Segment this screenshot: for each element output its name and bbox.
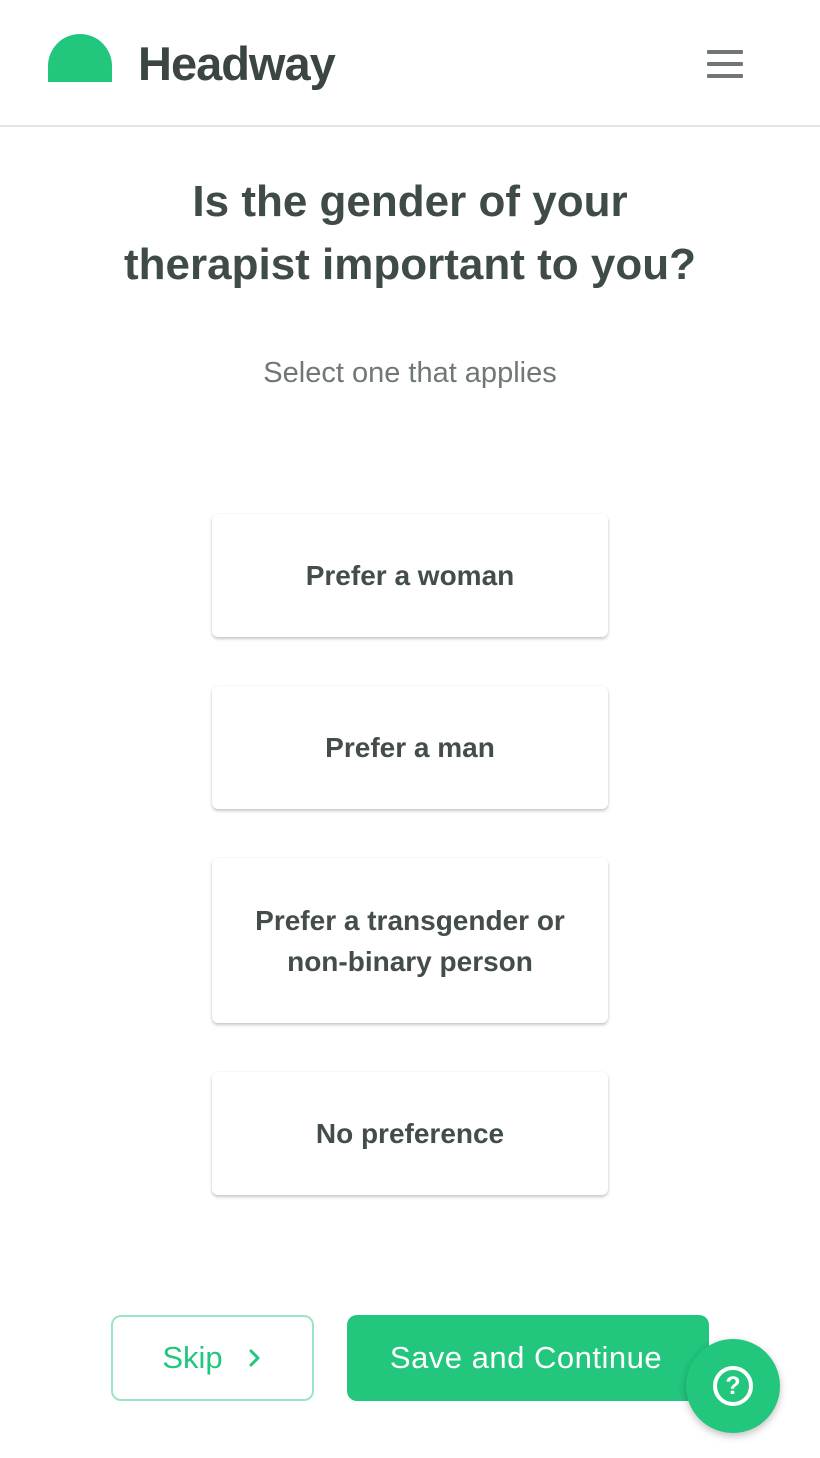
chevron-right-icon — [249, 1349, 260, 1367]
skip-label: Skip — [162, 1340, 223, 1375]
option-prefer-woman[interactable]: Prefer a woman — [212, 514, 608, 637]
logo-text: Headway — [138, 37, 336, 90]
question-circle-icon: ? — [713, 1366, 753, 1406]
question-subtitle: Select one that applies — [263, 357, 557, 389]
option-prefer-transgender-nonbinary[interactable]: Prefer a transgender or non-binary perso… — [212, 858, 608, 1023]
header: Headway — [0, 0, 820, 127]
question-title-line1: Is the gender of your — [192, 177, 628, 226]
option-no-preference[interactable]: No preference — [212, 1072, 608, 1195]
help-button[interactable]: ? — [686, 1339, 780, 1433]
hamburger-menu-icon[interactable] — [700, 44, 750, 84]
skip-button[interactable]: Skip — [111, 1315, 314, 1401]
headway-logo-icon — [48, 34, 112, 82]
question-title: Is the gender of your therapist importan… — [60, 170, 760, 296]
option-prefer-man[interactable]: Prefer a man — [212, 686, 608, 809]
save-and-continue-button[interactable]: Save and Continue — [347, 1315, 709, 1401]
question-title-line2: therapist important to you? — [124, 240, 696, 289]
